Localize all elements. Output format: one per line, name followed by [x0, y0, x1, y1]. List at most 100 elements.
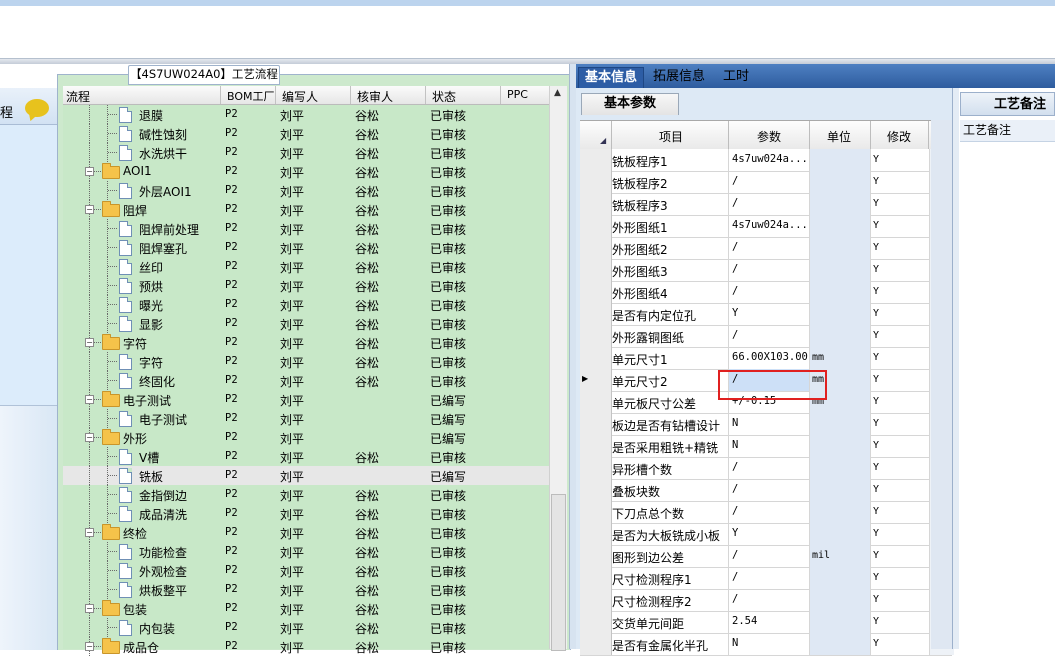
param-row[interactable]: 叠板块数 / Y — [580, 479, 954, 502]
tree-row[interactable]: 外观检查 P2 刘平 谷松 已审核 — [63, 561, 549, 580]
col-header-ppc[interactable]: PPC — [507, 88, 528, 101]
param-value-cell[interactable]: / — [728, 259, 809, 281]
row-selector[interactable] — [580, 545, 612, 567]
collapse-toggle-icon[interactable]: − — [85, 395, 94, 404]
row-selector[interactable] — [580, 435, 612, 457]
param-value-cell[interactable]: / — [728, 281, 809, 303]
collapse-toggle-icon[interactable]: − — [85, 528, 94, 537]
param-row[interactable]: 尺寸检测程序1/Y — [580, 567, 954, 590]
row-selector[interactable] — [580, 567, 612, 589]
tree-row[interactable]: 内包装 P2 刘平 谷松 已审核 — [63, 618, 549, 637]
row-selector[interactable] — [580, 193, 612, 215]
tab-extended-info[interactable]: 拓展信息 — [647, 67, 711, 88]
tree-row[interactable]: 预烘 P2 刘平 谷松 已审核 — [63, 276, 549, 295]
tree-row[interactable]: 外层AOI1 P2 刘平 谷松 已审核 — [63, 181, 549, 200]
col-header-bom[interactable]: BOM工厂 — [227, 88, 275, 104]
param-row[interactable]: 单元尺寸1 66.00X103.00 mm Y — [580, 347, 954, 370]
col-header-item[interactable]: 项目 — [659, 128, 683, 145]
tree-row[interactable]: 碱性蚀刻 P2 刘平 谷松 已审核 — [63, 124, 549, 143]
collapse-toggle-icon[interactable]: − — [85, 205, 94, 214]
tree-row[interactable]: 阻焊前处理 P2 刘平 谷松 已审核 — [63, 219, 549, 238]
tree-row[interactable]: − 外形 P2 刘平 已编写 — [63, 428, 549, 447]
tree-row[interactable]: 功能检查 P2 刘平 谷松 已审核 — [63, 542, 549, 561]
collapse-toggle-icon[interactable]: − — [85, 167, 94, 176]
collapse-toggle-icon[interactable]: − — [85, 604, 94, 613]
row-selector[interactable] — [580, 237, 612, 259]
tree-row[interactable]: 烘板整平 P2 刘平 谷松 已审核 — [63, 580, 549, 599]
tab-basic-params[interactable]: 基本参数 — [581, 93, 679, 115]
param-value-cell[interactable]: N — [728, 633, 809, 655]
param-value-cell[interactable]: / — [728, 325, 809, 347]
param-row[interactable]: 是否采用粗铣+精铣 N Y — [580, 435, 954, 458]
row-selector[interactable] — [580, 501, 612, 523]
param-row[interactable]: 板边是否有钻槽设计 N Y — [580, 413, 954, 436]
row-selector[interactable] — [580, 479, 612, 501]
row-selector[interactable] — [580, 391, 612, 413]
param-row[interactable]: 下刀点总个数 / Y — [580, 501, 954, 524]
param-value-cell[interactable]: 4s7uw024a... — [728, 149, 809, 171]
row-selector[interactable] — [580, 325, 612, 347]
tree-row[interactable]: − 字符 P2 刘平 谷松 已审核 — [63, 333, 549, 352]
param-row[interactable]: 异形槽个数 / Y — [580, 457, 954, 480]
remarks-tab[interactable]: 工艺备注 — [960, 92, 1055, 116]
param-row[interactable]: 交货单元间距 2.54 Y — [580, 611, 954, 634]
row-selector[interactable] — [580, 457, 612, 479]
param-grid-scrollbar[interactable] — [931, 120, 952, 649]
col-header-reviewer[interactable]: 核审人 — [357, 88, 393, 105]
tree-row[interactable]: V槽 P2 刘平 谷松 已审核 — [63, 447, 549, 466]
param-row[interactable]: 铣板程序3/Y — [580, 193, 954, 216]
param-value-cell[interactable]: / — [728, 171, 809, 193]
row-selector[interactable] — [580, 171, 612, 193]
tree-row[interactable]: 字符 P2 刘平 谷松 已审核 — [63, 352, 549, 371]
param-row[interactable]: 外形图纸2/Y — [580, 237, 954, 260]
chat-bubble-icon[interactable] — [25, 99, 49, 117]
col-header-status[interactable]: 状态 — [432, 88, 456, 105]
collapse-toggle-icon[interactable]: − — [85, 338, 94, 347]
tree-row[interactable]: − 成品仓 P2 刘平 谷松 已审核 — [63, 637, 549, 656]
param-value-cell[interactable]: / — [728, 545, 809, 567]
tree-row[interactable]: 电子测试 P2 刘平 已编写 — [63, 409, 549, 428]
param-value-cell[interactable]: N — [728, 435, 809, 457]
collapse-toggle-icon[interactable]: − — [85, 642, 94, 651]
tree-row[interactable]: − 包装 P2 刘平 谷松 已审核 — [63, 599, 549, 618]
tree-row[interactable]: 阻焊塞孔 P2 刘平 谷松 已审核 — [63, 238, 549, 257]
param-row[interactable]: 是否为大板铣成小板 Y Y — [580, 523, 954, 546]
tree-row[interactable]: 丝印 P2 刘平 谷松 已审核 — [63, 257, 549, 276]
param-row[interactable]: 是否有金属化半孔 N Y — [580, 633, 954, 656]
param-row[interactable]: 铣板程序2/Y — [580, 171, 954, 194]
param-row[interactable]: 外形图纸4/Y — [580, 281, 954, 304]
row-selector[interactable] — [580, 347, 612, 369]
col-header-param[interactable]: 参数 — [757, 128, 781, 145]
tree-row[interactable]: − 终检 P2 刘平 谷松 已审核 — [63, 523, 549, 542]
param-value-cell[interactable]: N — [728, 413, 809, 435]
row-selector[interactable] — [580, 303, 612, 325]
tree-row[interactable]: 曝光 P2 刘平 谷松 已审核 — [63, 295, 549, 314]
param-value-cell[interactable]: / — [728, 237, 809, 259]
row-selector[interactable] — [580, 281, 612, 303]
param-row[interactable]: 是否有内定位孔 Y Y — [580, 303, 954, 326]
param-row[interactable]: 尺寸检测程序2/Y — [580, 589, 954, 612]
row-selector[interactable] — [580, 589, 612, 611]
collapse-toggle-icon[interactable]: − — [85, 433, 94, 442]
row-selector[interactable] — [580, 215, 612, 237]
tree-row[interactable]: 成品清洗 P2 刘平 谷松 已审核 — [63, 504, 549, 523]
tree-row[interactable]: − 阻焊 P2 刘平 谷松 已审核 — [63, 200, 549, 219]
tree-row[interactable]: − AOI1 P2 刘平 谷松 已审核 — [63, 162, 549, 181]
row-selector[interactable] — [580, 259, 612, 281]
row-selector[interactable] — [580, 523, 612, 545]
tab-basic-info[interactable]: 基本信息 — [578, 67, 645, 90]
col-header-flow[interactable]: 流程 — [66, 88, 90, 105]
param-value-cell[interactable]: / — [728, 457, 809, 479]
tree-row[interactable]: 水洗烘干 P2 刘平 谷松 已审核 — [63, 143, 549, 162]
param-value-cell[interactable]: 66.00X103.00 — [728, 347, 809, 369]
tree-row[interactable]: 显影 P2 刘平 谷松 已审核 — [63, 314, 549, 333]
param-row[interactable]: 外形露铜图纸 / Y — [580, 325, 954, 348]
scroll-up-arrow-icon[interactable]: ▲ — [549, 88, 566, 102]
param-row[interactable]: 外形图纸1 4s7uw024a... Y — [580, 215, 954, 238]
tree-row[interactable]: 终固化 P2 刘平 谷松 已审核 — [63, 371, 549, 390]
row-selector[interactable]: ▶ — [580, 369, 612, 391]
param-value-cell[interactable]: / — [728, 589, 809, 611]
param-value-cell[interactable]: Y — [728, 523, 809, 545]
param-value-cell[interactable]: Y — [728, 303, 809, 325]
row-selector[interactable] — [580, 633, 612, 655]
